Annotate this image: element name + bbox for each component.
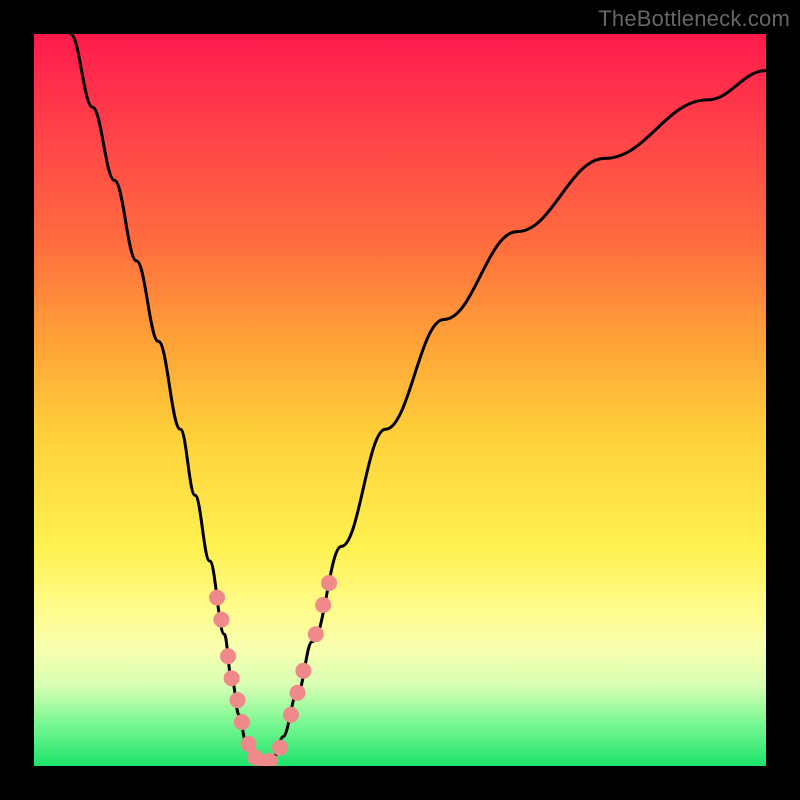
watermark-text: TheBottleneck.com <box>598 6 790 32</box>
data-point-marker <box>295 663 311 679</box>
chart-frame: TheBottleneck.com <box>0 0 800 800</box>
bottleneck-curve <box>71 34 766 764</box>
data-point-marker <box>213 612 229 628</box>
data-point-marker <box>209 590 225 606</box>
chart-svg <box>34 34 766 766</box>
data-point-marker <box>230 692 246 708</box>
data-point-marker <box>308 626 324 642</box>
data-point-marker <box>321 575 337 591</box>
data-point-marker <box>315 597 331 613</box>
data-point-marker <box>272 740 288 756</box>
data-point-marker <box>220 648 236 664</box>
data-point-marker <box>224 670 240 686</box>
data-point-marker <box>283 707 299 723</box>
data-point-marker <box>234 714 250 730</box>
data-point-marker <box>290 685 306 701</box>
